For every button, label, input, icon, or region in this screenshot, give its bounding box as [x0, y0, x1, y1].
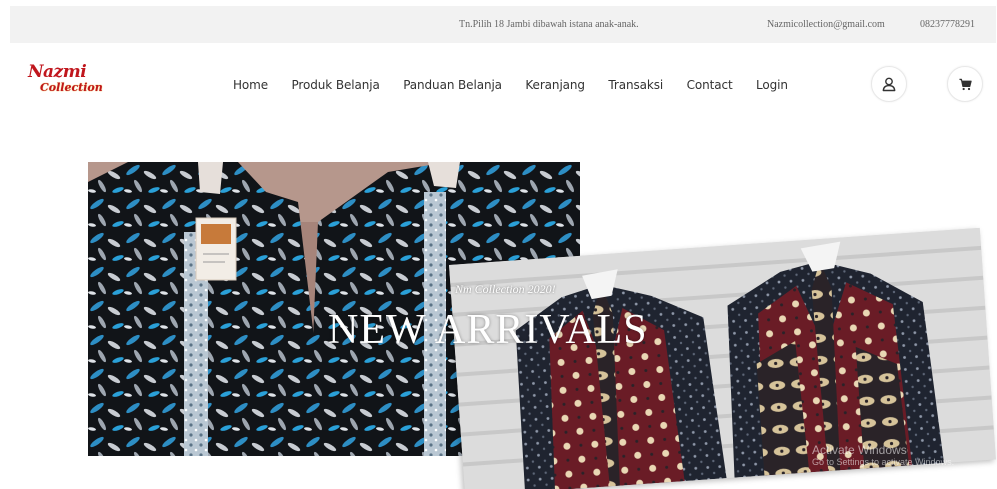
user-icon	[882, 77, 896, 92]
logo[interactable]: Nazmi Collection	[28, 62, 103, 100]
user-account-button[interactable]	[871, 66, 907, 102]
store-email[interactable]: Nazmicollection@gmail.com	[767, 19, 885, 30]
store-phone[interactable]: 08237778291	[920, 19, 975, 30]
store-address: Tn.Pilih 18 Jambi dibawah istana anak-an…	[459, 19, 639, 30]
logo-text-collection: Collection	[40, 81, 103, 94]
windows-activation-watermark: Activate Windows Go to Settings to activ…	[812, 443, 954, 468]
hero-subtitle: Nm Collection 2020!	[455, 282, 556, 296]
nav-login[interactable]: Login	[756, 78, 788, 92]
top-info-bar: Tn.Pilih 18 Jambi dibawah istana anak-an…	[10, 6, 996, 43]
logo-text-nazmi: Nazmi	[28, 62, 87, 82]
hero-title: NEW ARRIVALS	[328, 307, 648, 353]
main-nav: Home Produk Belanja Panduan Belanja Kera…	[233, 76, 807, 94]
nav-home[interactable]: Home	[233, 78, 268, 92]
watermark-line-2: Go to Settings to activate Windows.	[812, 457, 955, 468]
nav-panduan-belanja[interactable]: Panduan Belanja	[403, 78, 502, 92]
cart-icon	[958, 78, 972, 90]
nav-contact[interactable]: Contact	[687, 78, 733, 92]
watermark-line-1: Activate Windows	[812, 443, 907, 457]
nav-transaksi[interactable]: Transaksi	[608, 78, 663, 92]
nav-keranjang[interactable]: Keranjang	[525, 78, 585, 92]
nav-produk-belanja[interactable]: Produk Belanja	[292, 78, 380, 92]
cart-button[interactable]	[947, 66, 983, 102]
